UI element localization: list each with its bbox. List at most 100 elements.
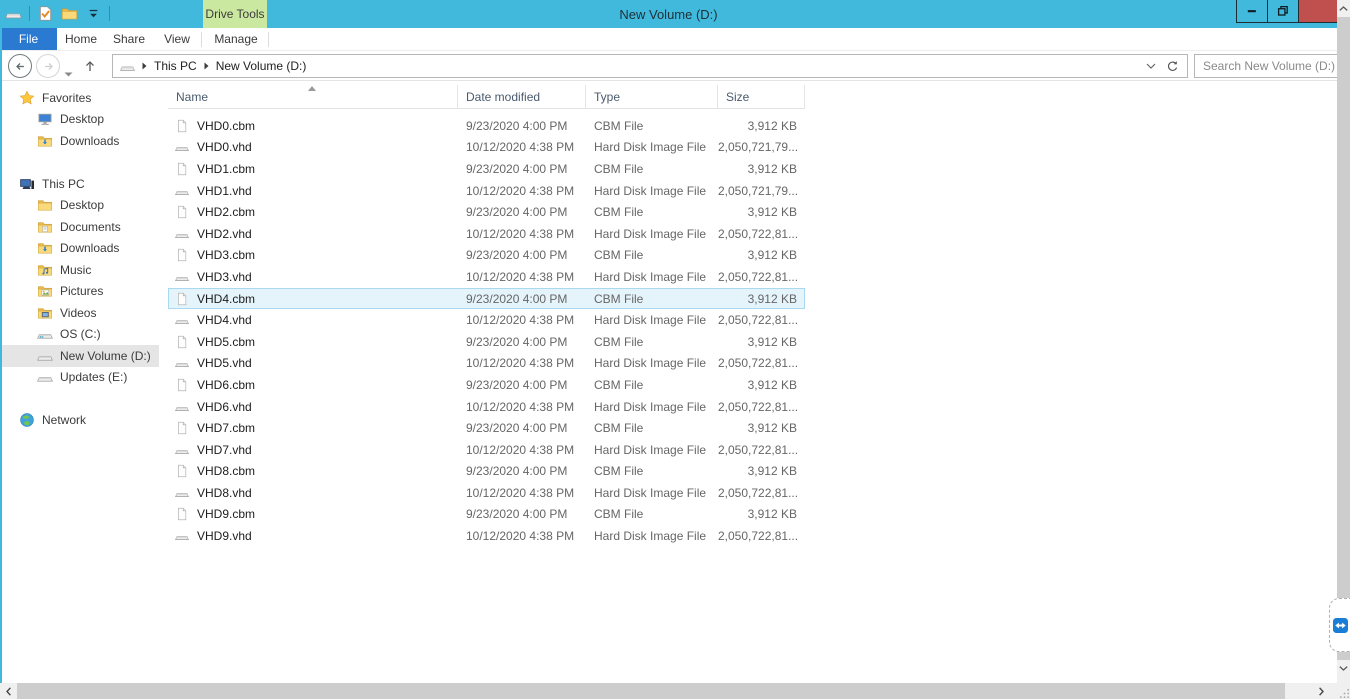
recent-locations-dropdown[interactable] [64, 64, 73, 82]
drive-icon [37, 369, 53, 385]
scroll-left-button[interactable] [0, 683, 17, 699]
folder-icon[interactable] [61, 5, 78, 22]
restore-button[interactable] [1267, 0, 1299, 23]
column-header-label: Name [176, 90, 208, 104]
breadcrumb-segment-new-volume[interactable]: New Volume (D:) [216, 59, 307, 73]
tab-file[interactable]: File [0, 28, 57, 50]
size-cell: 3,912 KB [718, 378, 805, 392]
column-header-date-modified[interactable]: Date modified [458, 85, 586, 108]
file-name-cell: VHD6.vhd [168, 400, 458, 414]
file-name: VHD3.vhd [197, 270, 252, 284]
file-name-cell: VHD3.cbm [168, 248, 458, 262]
restore-icon [1276, 4, 1290, 18]
file-row-vhd0-vhd[interactable]: VHD0.vhd10/12/2020 4:38 PMHard Disk Imag… [168, 137, 805, 159]
scroll-up-button[interactable] [1337, 0, 1350, 17]
vertical-scrollbar[interactable] [1337, 0, 1350, 683]
file-row-vhd0-cbm[interactable]: VHD0.cbm9/23/2020 4:00 PMCBM File3,912 K… [168, 115, 805, 137]
file-row-vhd4-vhd[interactable]: VHD4.vhd10/12/2020 4:38 PMHard Disk Imag… [168, 309, 805, 331]
file-row-vhd7-vhd[interactable]: VHD7.vhd10/12/2020 4:38 PMHard Disk Imag… [168, 439, 805, 461]
sidebar-item-downloads[interactable]: Downloads [2, 130, 159, 152]
sidebar-item-documents[interactable]: Documents [2, 216, 159, 238]
sidebar-section-network[interactable]: Network [2, 410, 159, 432]
file-row-vhd3-vhd[interactable]: VHD3.vhd10/12/2020 4:38 PMHard Disk Imag… [168, 266, 805, 288]
file-name-cell: VHD2.cbm [168, 205, 458, 219]
sidebar-item-label: Desktop [60, 112, 104, 126]
tab-home[interactable]: Home [57, 28, 105, 50]
sidebar-item-label: Music [60, 263, 91, 277]
file-row-vhd6-cbm[interactable]: VHD6.cbm9/23/2020 4:00 PMCBM File3,912 K… [168, 374, 805, 396]
vertical-scroll-thumb[interactable] [1337, 17, 1350, 660]
tab-view[interactable]: View [153, 28, 201, 50]
sidebar-item-label: This PC [42, 177, 85, 191]
file-row-vhd8-vhd[interactable]: VHD8.vhd10/12/2020 4:38 PMHard Disk Imag… [168, 482, 805, 504]
sidebar-item-new-volume-d[interactable]: New Volume (D:) [2, 345, 159, 367]
file-row-vhd4-cbm[interactable]: VHD4.cbm9/23/2020 4:00 PMCBM File3,912 K… [168, 288, 805, 310]
sidebar-section-this-pc[interactable]: This PC [2, 173, 159, 195]
navigation-bar: This PC New Volume (D:) [0, 51, 1337, 81]
date-modified-cell: 9/23/2020 4:00 PM [458, 292, 586, 306]
file-row-vhd5-cbm[interactable]: VHD5.cbm9/23/2020 4:00 PMCBM File3,912 K… [168, 331, 805, 353]
file-row-vhd2-vhd[interactable]: VHD2.vhd10/12/2020 4:38 PMHard Disk Imag… [168, 223, 805, 245]
sidebar-item-music[interactable]: Music [2, 259, 159, 281]
file-row-vhd7-cbm[interactable]: VHD7.cbm9/23/2020 4:00 PMCBM File3,912 K… [168, 417, 805, 439]
tab-share[interactable]: Share [105, 28, 153, 50]
horizontal-scrollbar[interactable] [0, 683, 1337, 699]
remote-tool-tab[interactable] [1329, 598, 1350, 652]
file-row-vhd8-cbm[interactable]: VHD8.cbm9/23/2020 4:00 PMCBM File3,912 K… [168, 461, 805, 483]
file-row-vhd1-vhd[interactable]: VHD1.vhd10/12/2020 4:38 PMHard Disk Imag… [168, 180, 805, 202]
file-row-vhd3-cbm[interactable]: VHD3.cbm9/23/2020 4:00 PMCBM File3,912 K… [168, 245, 805, 267]
column-header-name[interactable]: Name [168, 85, 458, 108]
sidebar-item-os-c[interactable]: OS (C:) [2, 324, 159, 346]
column-header-label: Date modified [466, 90, 540, 104]
column-headers: Name Date modified Type Size [168, 85, 805, 109]
file-row-vhd9-cbm[interactable]: VHD9.cbm9/23/2020 4:00 PMCBM File3,912 K… [168, 504, 805, 526]
sidebar-item-videos[interactable]: Videos [2, 302, 159, 324]
forward-button[interactable] [36, 54, 60, 78]
horizontal-scroll-thumb[interactable] [17, 683, 1285, 699]
scroll-down-button[interactable] [1337, 660, 1350, 677]
tab-manage[interactable]: Manage [204, 28, 268, 50]
sidebar-item-desktop[interactable]: Desktop [2, 109, 159, 131]
breadcrumb-arrow-icon [142, 62, 147, 70]
downloads-folder-icon [37, 133, 53, 149]
properties-check-icon[interactable] [37, 5, 54, 22]
file-name: VHD2.vhd [197, 227, 252, 241]
type-cell: CBM File [586, 335, 718, 349]
file-row-vhd6-vhd[interactable]: VHD6.vhd10/12/2020 4:38 PMHard Disk Imag… [168, 396, 805, 418]
sidebar-section-favorites[interactable]: Favorites [2, 87, 159, 109]
search-input[interactable] [1194, 54, 1346, 78]
sidebar-item-pictures[interactable]: Pictures [2, 281, 159, 303]
address-bar[interactable]: This PC New Volume (D:) [112, 54, 1188, 78]
up-button[interactable] [82, 58, 98, 79]
minimize-button[interactable] [1236, 0, 1268, 23]
sidebar-item-downloads[interactable]: Downloads [2, 238, 159, 260]
refresh-button[interactable] [1166, 60, 1179, 73]
sidebar-item-label: Videos [60, 306, 96, 320]
breadcrumb-segment-this-pc[interactable]: This PC [154, 59, 197, 73]
sidebar-item-updates-e[interactable]: Updates (E:) [2, 367, 159, 389]
file-icon [175, 162, 189, 176]
file-icon [175, 292, 189, 306]
file-row-vhd9-vhd[interactable]: VHD9.vhd10/12/2020 4:38 PMHard Disk Imag… [168, 525, 805, 547]
size-cell: 2,050,722,81... [718, 356, 805, 370]
size-cell: 3,912 KB [718, 335, 805, 349]
navigation-pane: FavoritesDesktopDownloadsThis PCDesktopD… [2, 82, 159, 683]
resize-grip[interactable] [1337, 683, 1350, 699]
chevron-down-icon [1339, 666, 1348, 671]
folder-icon [37, 197, 53, 213]
back-button[interactable] [8, 54, 32, 78]
scroll-right-button[interactable] [1312, 683, 1330, 699]
date-modified-cell: 10/12/2020 4:38 PM [458, 140, 586, 154]
sidebar-item-desktop[interactable]: Desktop [2, 195, 159, 217]
drive-icon [37, 348, 53, 364]
file-row-vhd5-vhd[interactable]: VHD5.vhd10/12/2020 4:38 PMHard Disk Imag… [168, 353, 805, 375]
chevron-down-icon [64, 72, 73, 77]
file-row-vhd2-cbm[interactable]: VHD2.cbm9/23/2020 4:00 PMCBM File3,912 K… [168, 201, 805, 223]
column-header-label: Type [594, 90, 620, 104]
column-header-size[interactable]: Size [718, 85, 805, 108]
toolbar-dropdown-icon[interactable] [85, 5, 102, 22]
address-dropdown-button[interactable] [1146, 63, 1156, 69]
file-list-pane: Name Date modified Type Size VHD0.cbm9/23/2… [160, 82, 1337, 683]
file-row-vhd1-cbm[interactable]: VHD1.cbm9/23/2020 4:00 PMCBM File3,912 K… [168, 158, 805, 180]
column-header-type[interactable]: Type [586, 85, 718, 108]
